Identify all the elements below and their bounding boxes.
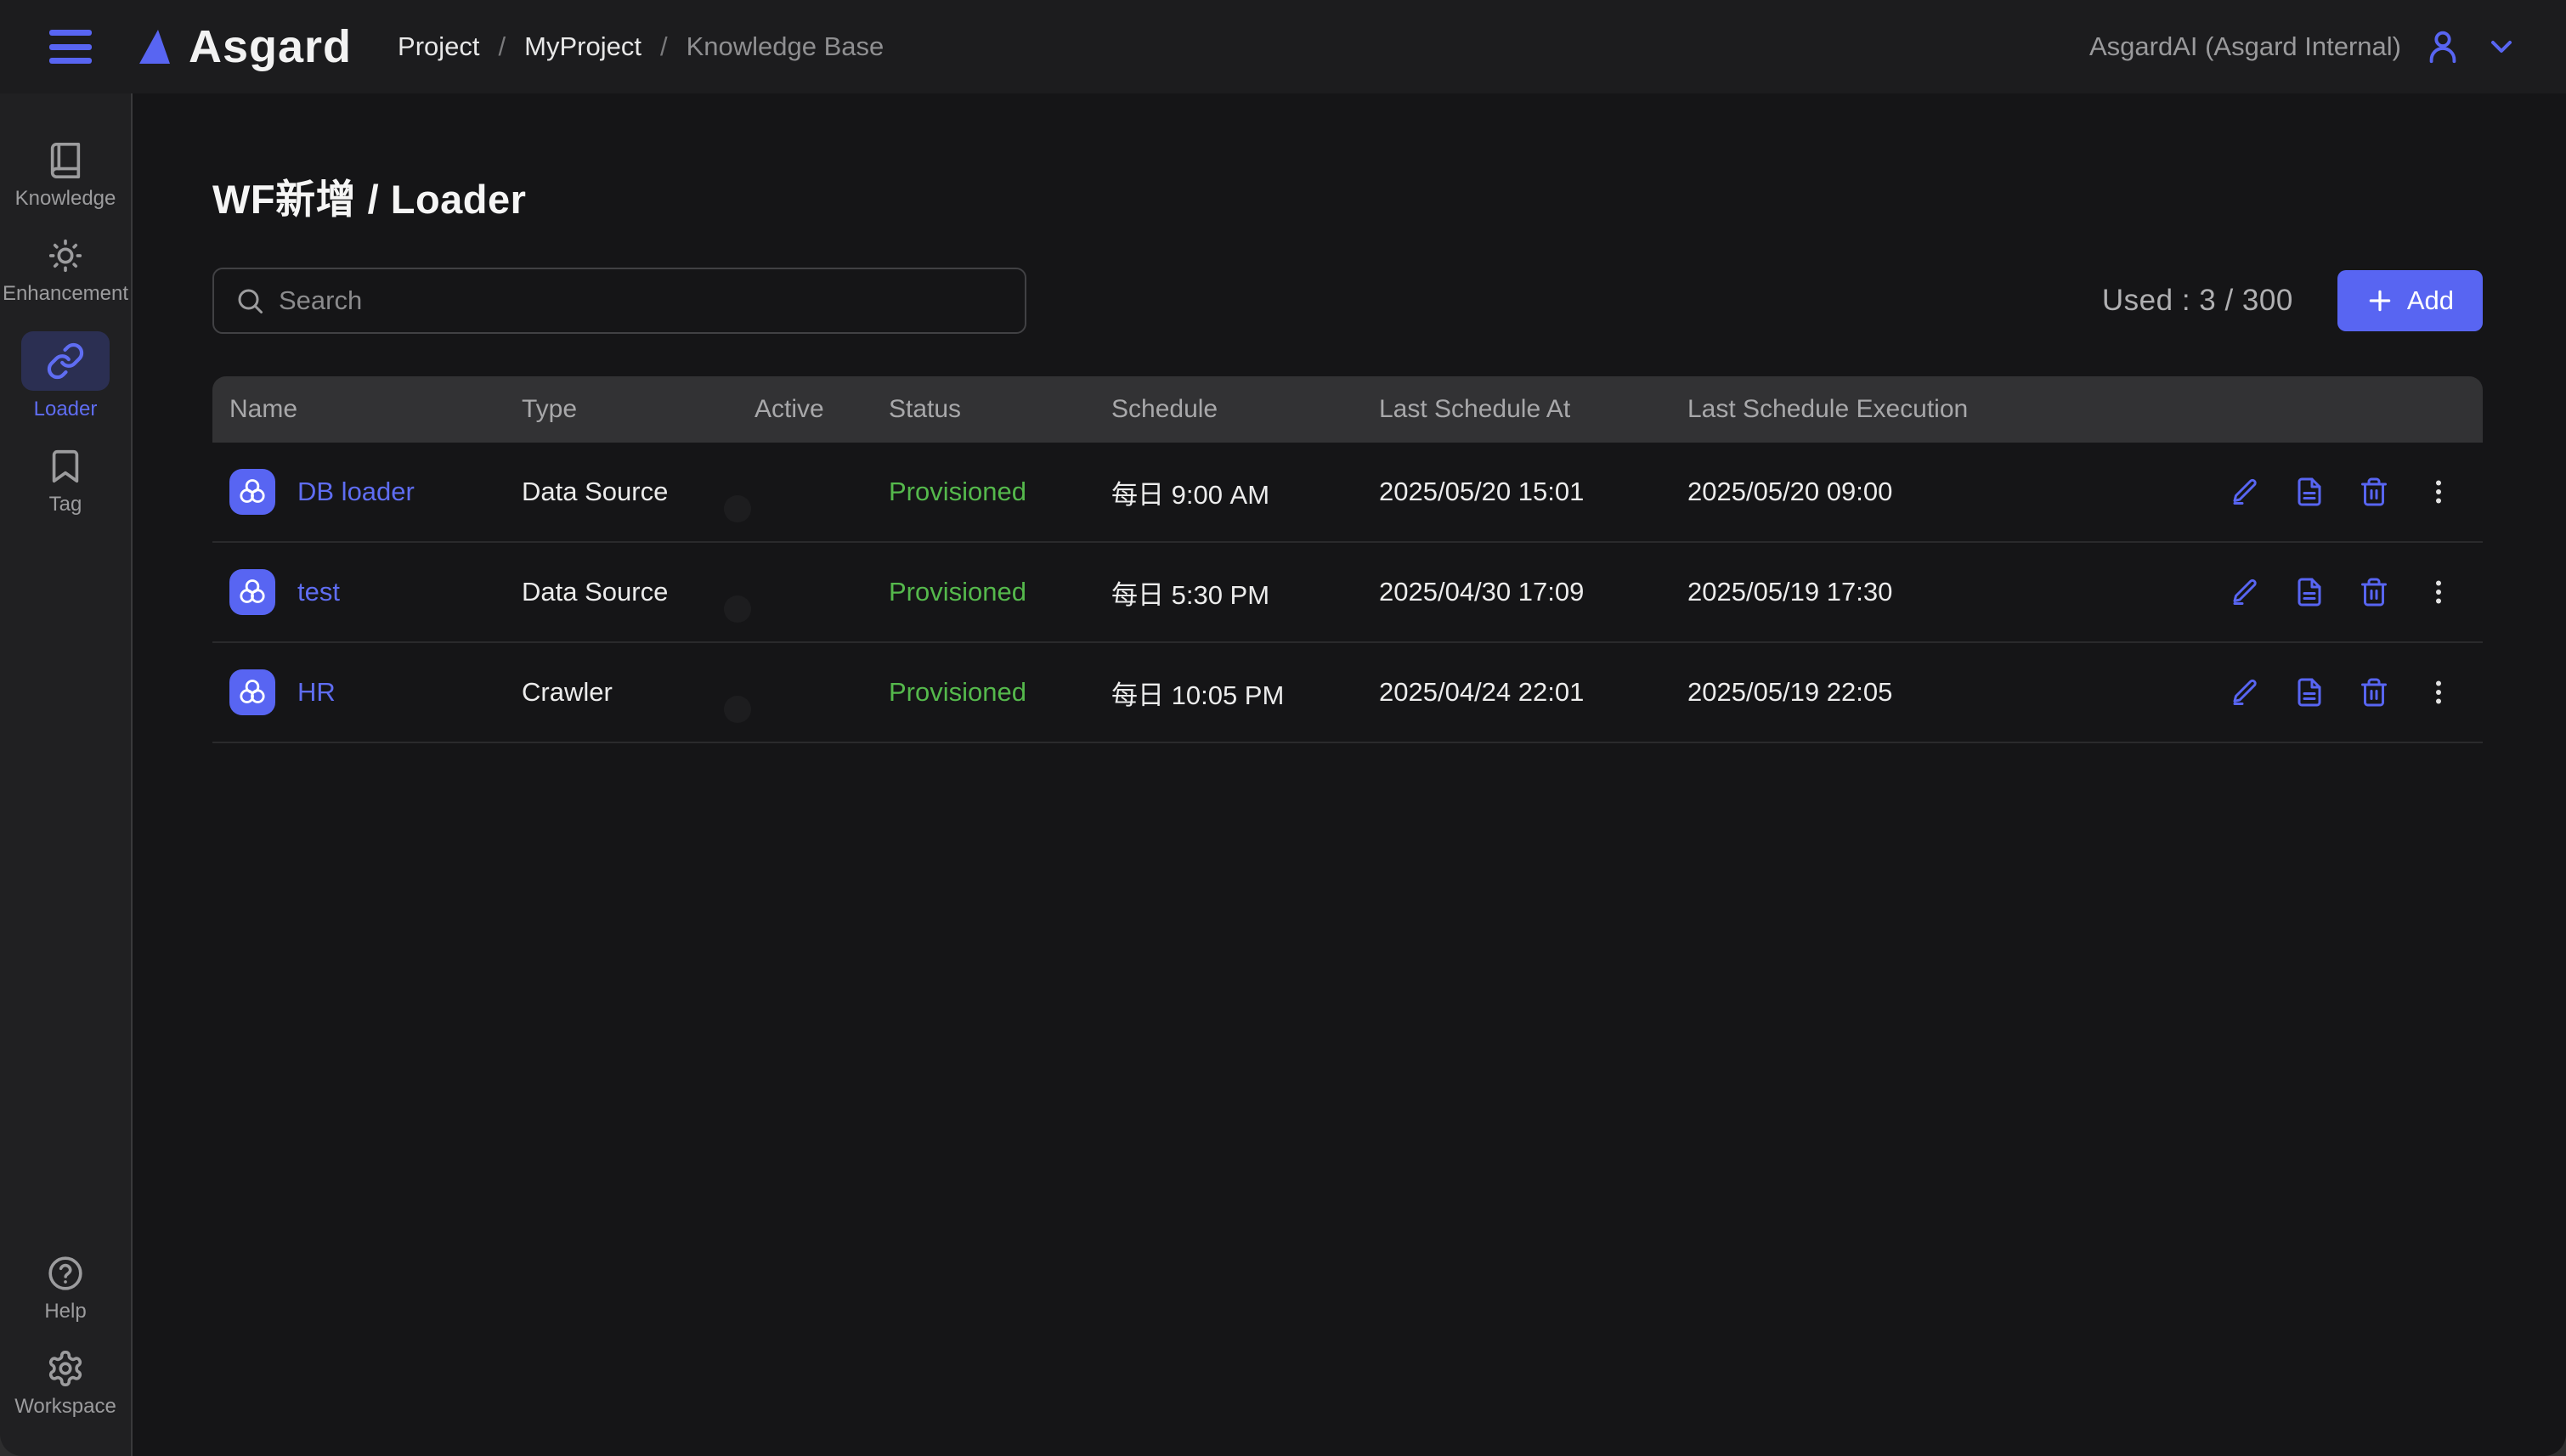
more-options-icon[interactable] — [2423, 477, 2454, 507]
row-type: Data Source — [522, 477, 755, 507]
table-row: HR Crawler Provisioned 每日 10:05 PM 2025/… — [212, 643, 2483, 743]
toolbar: Used : 3 / 300 Add — [212, 268, 2483, 334]
file-icon[interactable] — [2294, 477, 2325, 507]
asgard-triangle-icon — [139, 30, 170, 64]
gear-icon — [46, 1349, 85, 1388]
breadcrumb-project[interactable]: Project — [398, 31, 479, 62]
status-badge: Provisioned — [889, 577, 1111, 607]
sidebar-item-help[interactable]: Help — [44, 1254, 86, 1323]
sidebar-item-tag[interactable]: Tag — [46, 447, 85, 516]
trash-icon[interactable] — [2359, 577, 2389, 607]
sidebar-item-label: Knowledge — [15, 187, 116, 211]
edit-icon[interactable] — [2230, 677, 2260, 708]
row-last-schedule-at: 2025/05/20 15:01 — [1379, 477, 1687, 507]
breadcrumb-separator: / — [660, 31, 668, 62]
trash-icon[interactable] — [2359, 477, 2389, 507]
account-name: AsgardAI (Asgard Internal) — [2089, 31, 2401, 62]
sidebar-item-label: Enhancement — [3, 282, 128, 306]
status-badge: Provisioned — [889, 477, 1111, 507]
edit-icon[interactable] — [2230, 477, 2260, 507]
row-name-link[interactable]: test — [297, 577, 340, 607]
table-header-row: Name Type Active Status Schedule Last Sc… — [212, 376, 2483, 443]
row-name-link[interactable]: DB loader — [297, 477, 415, 507]
top-bar: Asgard Project / MyProject / Knowledge B… — [0, 0, 2566, 93]
app-window: Asgard Project / MyProject / Knowledge B… — [0, 0, 2566, 1456]
breadcrumb-knowledge-base: Knowledge Base — [687, 31, 885, 62]
row-last-execution: 2025/05/19 22:05 — [1687, 677, 2053, 708]
table-row: DB loader Data Source Provisioned 每日 9:0… — [212, 443, 2483, 543]
add-button-label: Add — [2407, 285, 2454, 316]
help-circle-icon — [46, 1254, 85, 1293]
brand-logo[interactable]: Asgard — [139, 20, 352, 73]
sidebar-item-loader[interactable]: Loader — [21, 331, 110, 421]
sidebar-item-workspace[interactable]: Workspace — [14, 1349, 116, 1419]
search-input[interactable] — [279, 285, 1004, 316]
breadcrumb-separator: / — [499, 31, 506, 62]
search-box[interactable] — [212, 268, 1026, 334]
row-type: Crawler — [522, 677, 755, 708]
row-schedule: 每日 10:05 PM — [1111, 674, 1379, 712]
col-last-schedule-execution: Last Schedule Execution — [1687, 395, 2053, 424]
account-area: AsgardAI (Asgard Internal) — [2089, 27, 2518, 66]
edit-icon[interactable] — [2230, 577, 2260, 607]
sidebar-item-label: Tag — [49, 493, 82, 516]
sun-icon — [46, 236, 85, 275]
col-active: Active — [755, 395, 889, 424]
sidebar-item-knowledge[interactable]: Knowledge — [15, 141, 116, 211]
main-content: WF新增 / Loader Used : 3 / 300 Add — [133, 93, 2566, 1456]
trash-icon[interactable] — [2359, 677, 2389, 708]
col-status: Status — [889, 395, 1111, 424]
sidebar-active-pill — [21, 331, 110, 391]
bookmark-icon — [46, 447, 85, 486]
row-last-schedule-at: 2025/04/30 17:09 — [1379, 577, 1687, 607]
loader-type-icon — [229, 569, 275, 615]
brand-name: Asgard — [189, 20, 352, 73]
row-type: Data Source — [522, 577, 755, 607]
col-type: Type — [522, 395, 755, 424]
col-last-schedule-at: Last Schedule At — [1379, 395, 1687, 424]
add-button[interactable]: Add — [2337, 270, 2483, 331]
row-schedule: 每日 5:30 PM — [1111, 573, 1379, 612]
more-options-icon[interactable] — [2423, 677, 2454, 708]
sidebar-item-label: Workspace — [14, 1395, 116, 1419]
col-schedule: Schedule — [1111, 395, 1379, 424]
breadcrumb: Project / MyProject / Knowledge Base — [398, 31, 884, 62]
usage-counter: Used : 3 / 300 — [2102, 284, 2293, 318]
book-icon — [46, 141, 85, 180]
row-last-schedule-at: 2025/04/24 22:01 — [1379, 677, 1687, 708]
row-last-execution: 2025/05/19 17:30 — [1687, 577, 2053, 607]
user-icon[interactable] — [2423, 27, 2462, 66]
col-name: Name — [229, 395, 522, 424]
row-last-execution: 2025/05/20 09:00 — [1687, 477, 2053, 507]
search-icon — [235, 285, 265, 316]
chevron-down-icon[interactable] — [2484, 30, 2518, 64]
loader-table: Name Type Active Status Schedule Last Sc… — [212, 376, 2483, 743]
loader-type-icon — [229, 669, 275, 715]
plus-icon — [2366, 287, 2394, 314]
page-title: WF新增 / Loader — [212, 166, 2483, 225]
file-icon[interactable] — [2294, 677, 2325, 708]
more-options-icon[interactable] — [2423, 577, 2454, 607]
status-badge: Provisioned — [889, 677, 1111, 708]
table-row: test Data Source Provisioned 每日 5:30 PM … — [212, 543, 2483, 643]
row-name-link[interactable]: HR — [297, 677, 336, 708]
hamburger-menu-icon[interactable] — [49, 30, 92, 64]
row-schedule: 每日 9:00 AM — [1111, 473, 1379, 511]
loader-type-icon — [229, 469, 275, 515]
sidebar-item-label: Help — [44, 1300, 86, 1323]
sidebar-item-label: Loader — [34, 398, 98, 421]
sidebar-item-enhancement[interactable]: Enhancement — [3, 236, 128, 306]
link-icon — [46, 341, 85, 381]
file-icon[interactable] — [2294, 577, 2325, 607]
sidebar: Knowledge Enhancement Loader — [0, 93, 133, 1456]
breadcrumb-myproject[interactable]: MyProject — [524, 31, 642, 62]
